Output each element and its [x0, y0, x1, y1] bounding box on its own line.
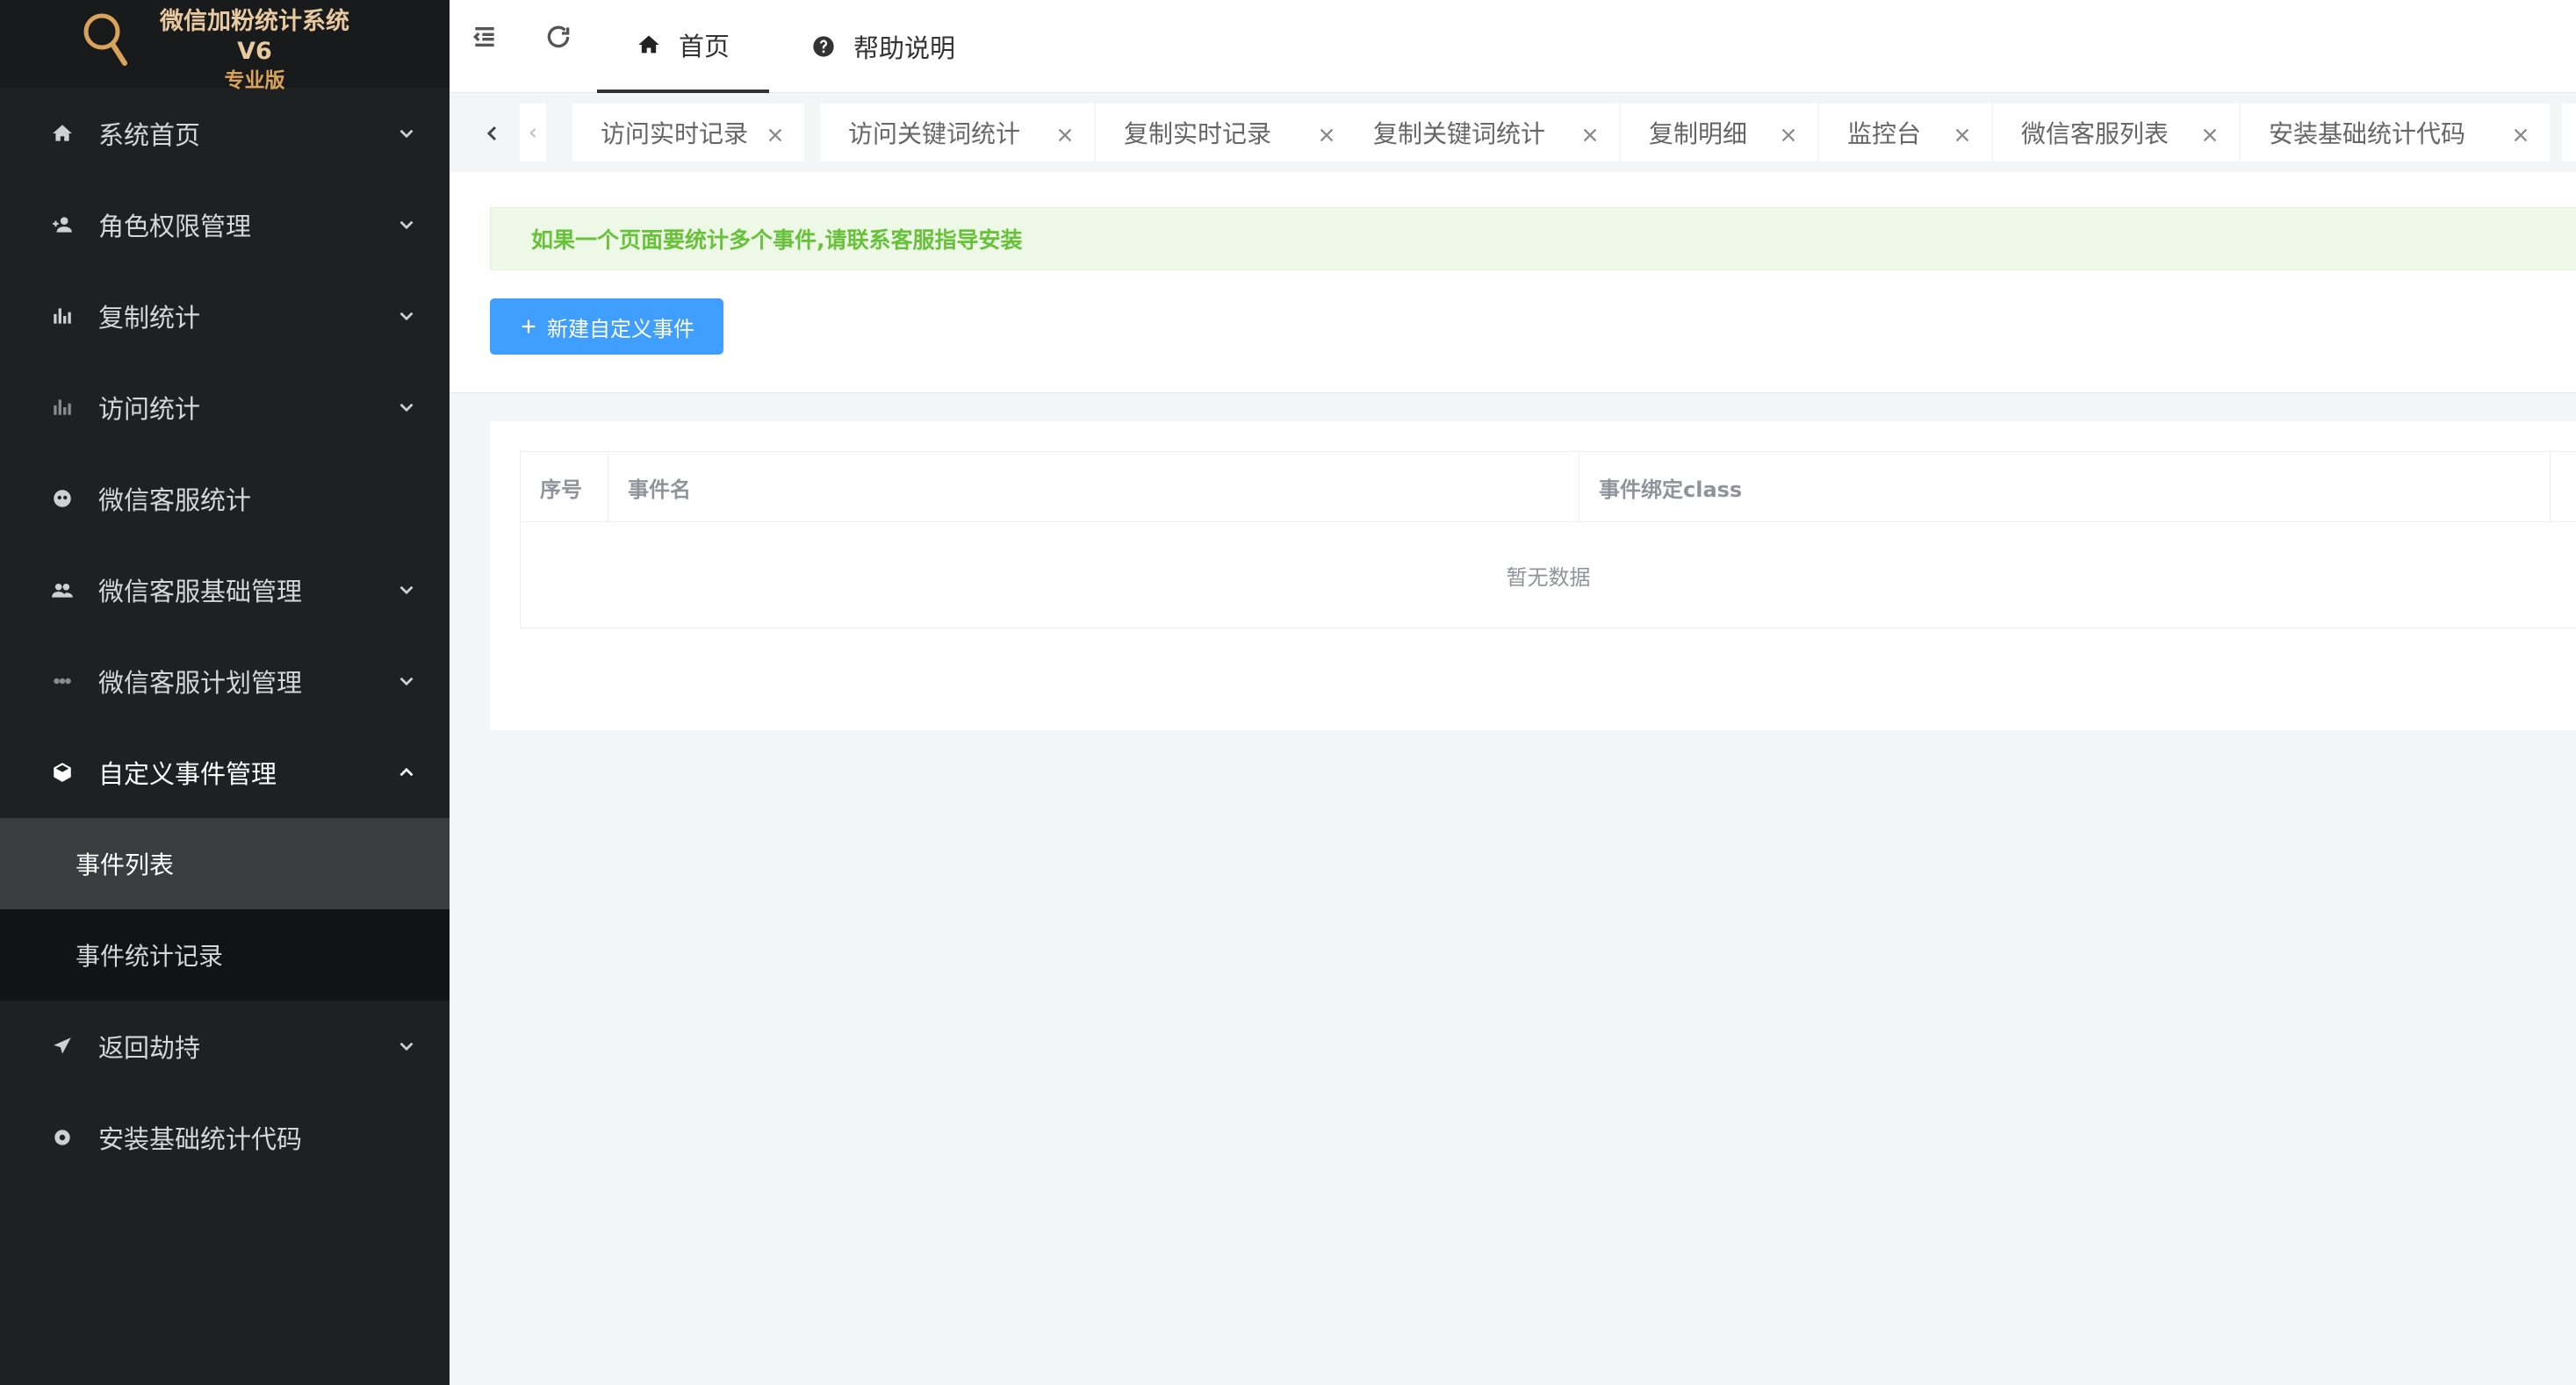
sidebar-item-label: 微信客服基础管理 — [98, 577, 303, 606]
sidebar-item-return-hijack[interactable]: 返回劫持 — [0, 1001, 450, 1092]
collapse-menu-icon[interactable] — [469, 21, 500, 53]
help-icon — [813, 36, 834, 57]
close-icon[interactable] — [1953, 122, 1972, 142]
bar-chart-icon — [49, 394, 76, 420]
tab-label: 复制明细 — [1649, 119, 1748, 148]
close-icon[interactable] — [1317, 122, 1336, 142]
sidebar-item-label: 微信客服计划管理 — [98, 668, 303, 698]
sidebar-item-roles[interactable]: 角色权限管理 — [0, 179, 450, 270]
alert-text: 如果一个页面要统计多个事件,请联系客服指导安装 — [531, 227, 1023, 253]
chevron-down-icon — [395, 121, 418, 144]
sidebar-subitem-event-list[interactable]: 事件列表 — [0, 818, 450, 909]
tab-label: 监控台 — [1847, 119, 1922, 148]
close-icon[interactable] — [1779, 122, 1798, 142]
tab-label: 访问实时记录 — [601, 119, 749, 148]
sidebar-item-wechat-service-base[interactable]: 微信客服基础管理 — [0, 544, 450, 635]
tab-home[interactable]: 首页 — [597, 0, 769, 93]
home-icon — [638, 35, 659, 54]
tab-help[interactable]: 帮助说明 — [811, 0, 955, 93]
tab-visit-realtime[interactable]: 访问实时记录 — [572, 104, 804, 161]
open-tabs-strip: ‹ 访问实时记录 访问关键词统计 复制实时记录 复制关键词统计 复制明细 监控台… — [450, 93, 2576, 172]
tab-monitor[interactable]: 监控台 — [1819, 104, 1991, 161]
chevron-down-icon — [395, 578, 418, 600]
chevron-down-icon — [395, 304, 418, 327]
new-custom-event-button[interactable]: 新建自定义事件 — [490, 298, 723, 355]
sidebar-item-wechat-service-stats[interactable]: 微信客服统计 — [0, 453, 450, 544]
close-icon[interactable] — [2200, 122, 2220, 142]
sidebar-item-label: 返回劫持 — [98, 1033, 201, 1063]
sidebar-item-label: 复制统计 — [98, 303, 201, 333]
chevron-down-icon — [395, 1034, 418, 1057]
event-table-card: 序号 事件名 事件绑定class 暂无数据 — [490, 421, 2576, 730]
sidebar-subitem-label: 事件统计记录 — [76, 942, 224, 971]
tab-fragment[interactable]: ‹ — [520, 104, 546, 161]
tab-events-partial[interactable]: 事 — [2562, 104, 2576, 161]
sidebar-item-label: 访问统计 — [98, 394, 201, 424]
magnifier-logo-icon — [81, 7, 130, 68]
column-header-event-name[interactable]: 事件名 — [608, 452, 1579, 522]
toolbar-panel: 如果一个页面要统计多个事件,请联系客服指导安装 新建自定义事件 — [450, 172, 2576, 393]
bar-chart-icon — [49, 303, 76, 329]
logo: 微信加粉统计系统 V6 专业版 — [0, 0, 450, 92]
gear-icon — [49, 1124, 76, 1151]
sidebar-item-label: 自定义事件管理 — [98, 759, 277, 789]
refresh-icon[interactable] — [543, 21, 574, 53]
tab-copy-realtime[interactable]: 复制实时记录 — [1096, 104, 1356, 161]
sidebar-item-label: 安装基础统计代码 — [98, 1124, 303, 1154]
sidebar-item-wechat-service-plan[interactable]: 微信客服计划管理 — [0, 635, 450, 727]
tab-label: 复制关键词统计 — [1373, 119, 1546, 148]
sidebar-item-visit-stats[interactable]: 访问统计 — [0, 362, 450, 453]
app-title: 微信加粉统计系统 V6 — [160, 8, 349, 65]
column-header-event-class[interactable]: 事件绑定class — [1579, 452, 2551, 522]
top-header: 首页 帮助说明 — [450, 0, 2576, 93]
sidebar-item-label: 微信客服统计 — [98, 485, 252, 515]
close-icon[interactable] — [1580, 122, 1600, 142]
column-header-index[interactable]: 序号 — [521, 452, 608, 522]
tab-home-label: 首页 — [678, 32, 730, 61]
table-header: 序号 事件名 事件绑定class — [521, 452, 2576, 522]
plan-icon — [49, 668, 76, 694]
tab-copy-details[interactable]: 复制明细 — [1621, 104, 1817, 161]
chevron-down-icon — [395, 212, 418, 235]
event-table: 序号 事件名 事件绑定class 暂无数据 — [520, 451, 2576, 628]
tab-help-label: 帮助说明 — [853, 33, 956, 63]
tab-label: 安装基础统计代码 — [2269, 119, 2466, 148]
tab-label: 复制实时记录 — [1124, 119, 1272, 148]
table-empty-text: 暂无数据 — [1506, 564, 1591, 590]
sidebar-item-label: 系统首页 — [98, 120, 201, 150]
home-icon — [49, 120, 76, 147]
sidebar-item-custom-events[interactable]: 自定义事件管理 — [0, 727, 450, 818]
custom-events-submenu: 事件列表 事件统计记录 — [0, 818, 450, 1001]
tab-visit-keywords[interactable]: 访问关键词统计 — [820, 104, 1094, 161]
new-custom-event-label: 新建自定义事件 — [547, 316, 694, 341]
close-icon[interactable] — [1055, 122, 1075, 142]
close-icon[interactable] — [766, 122, 785, 142]
sidebar-item-home[interactable]: 系统首页 — [0, 88, 450, 179]
tab-copy-keywords[interactable]: 复制关键词统计 — [1345, 104, 1619, 161]
sidebar-item-install-code[interactable]: 安装基础统计代码 — [0, 1092, 450, 1183]
tab-label: 访问关键词统计 — [848, 119, 1021, 148]
chevron-left-icon[interactable] — [479, 116, 506, 151]
service-icon — [49, 485, 76, 512]
tab-label: 微信客服列表 — [2021, 119, 2169, 148]
plus-icon — [522, 319, 536, 334]
user-add-icon — [49, 212, 76, 238]
sidebar-menu: 系统首页 角色权限管理 复制统计 访问统计 微信客服统计 微信客服基础管理 微信… — [0, 88, 450, 1183]
chevron-up-icon — [395, 760, 418, 783]
sidebar: 微信加粉统计系统 V6 专业版 系统首页 角色权限管理 复制统计 访问统计 微信… — [0, 0, 450, 1385]
sidebar-item-copy-stats[interactable]: 复制统计 — [0, 270, 450, 362]
app-root: 微信加粉统计系统 V6 专业版 系统首页 角色权限管理 复制统计 访问统计 微信… — [0, 0, 2576, 1385]
chevron-down-icon — [395, 395, 418, 418]
close-icon[interactable] — [2511, 122, 2530, 142]
users-icon — [49, 577, 76, 603]
sidebar-subitem-label: 事件列表 — [76, 850, 175, 879]
cube-icon — [49, 759, 76, 786]
sidebar-subitem-event-records[interactable]: 事件统计记录 — [0, 909, 450, 1001]
send-icon — [49, 1033, 76, 1059]
chevron-down-icon — [395, 669, 418, 692]
info-alert: 如果一个页面要统计多个事件,请联系客服指导安装 — [490, 207, 2576, 270]
tab-install-code[interactable]: 安装基础统计代码 — [2241, 104, 2550, 161]
tab-wechat-service-list[interactable]: 微信客服列表 — [1993, 104, 2239, 161]
sidebar-item-label: 角色权限管理 — [98, 212, 252, 241]
